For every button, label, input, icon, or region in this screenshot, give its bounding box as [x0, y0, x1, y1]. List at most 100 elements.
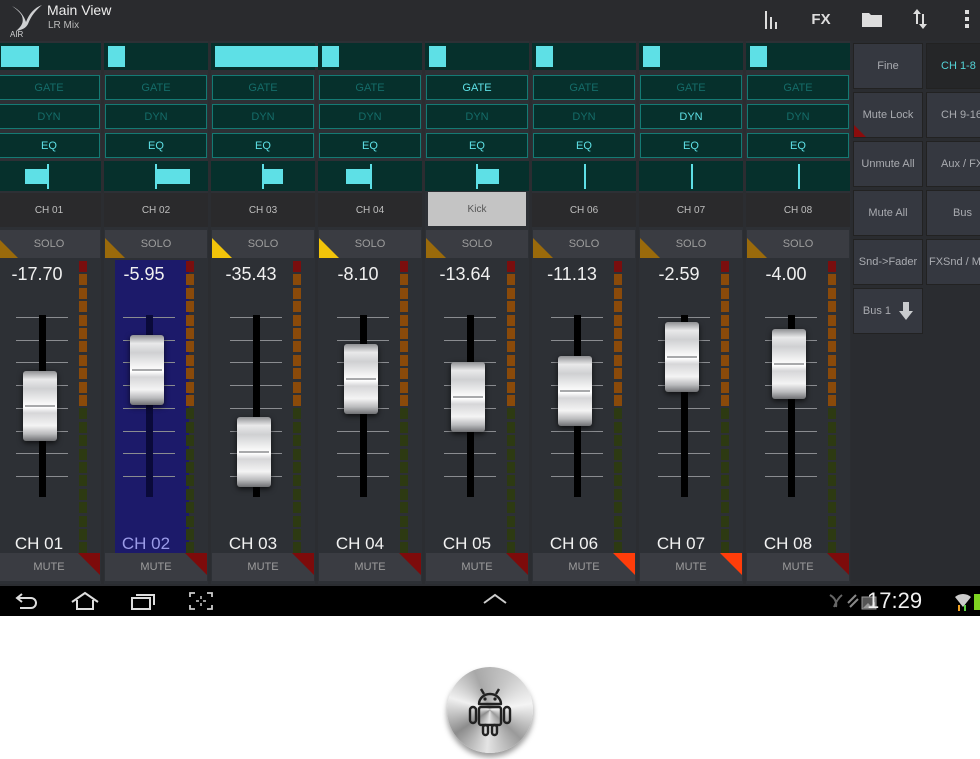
eq-button[interactable]: EQ — [319, 133, 421, 158]
channel-name-button[interactable]: CH 04 — [318, 193, 422, 227]
mute-button[interactable]: MUTE — [0, 553, 100, 581]
gain-control[interactable] — [318, 161, 422, 191]
fader-knob[interactable] — [237, 416, 271, 487]
fx-button[interactable]: FX — [808, 8, 834, 30]
mute-button[interactable]: MUTE — [212, 553, 314, 581]
pan-control[interactable] — [104, 43, 208, 70]
chevron-up-icon[interactable] — [482, 591, 508, 612]
meter-segment — [293, 502, 301, 514]
eq-button[interactable]: EQ — [212, 133, 314, 158]
eq-button[interactable]: EQ — [640, 133, 742, 158]
mute-button[interactable]: MUTE — [319, 553, 421, 581]
mute-button[interactable]: MUTE — [533, 553, 635, 581]
channel-name-button[interactable]: CH 03 — [211, 193, 315, 227]
eq-button[interactable]: EQ — [105, 133, 207, 158]
solo-button[interactable]: SOLO — [0, 230, 100, 258]
meter-segment — [400, 381, 408, 393]
channel-name-button[interactable]: CH 08 — [746, 193, 850, 227]
gain-control[interactable] — [532, 161, 636, 191]
solo-button[interactable]: SOLO — [319, 230, 421, 258]
pan-control[interactable] — [532, 43, 636, 70]
right-left-button-1[interactable]: Mute Lock — [853, 92, 923, 138]
dyn-button[interactable]: DYN — [640, 104, 742, 129]
home-icon[interactable] — [70, 591, 100, 616]
fader-knob[interactable] — [451, 361, 485, 432]
dyn-button[interactable]: DYN — [533, 104, 635, 129]
gate-button[interactable]: GATE — [212, 75, 314, 100]
right-left-button-2[interactable]: Unmute All — [853, 141, 923, 187]
view-tab-2[interactable]: Aux / FX — [926, 141, 980, 187]
gate-button[interactable]: GATE — [426, 75, 528, 100]
channel-name-button[interactable]: CH 02 — [104, 193, 208, 227]
mute-button[interactable]: MUTE — [747, 553, 849, 581]
pan-control[interactable] — [639, 43, 743, 70]
gain-control[interactable] — [425, 161, 529, 191]
view-tab-3[interactable]: Bus — [926, 190, 980, 236]
eq-button[interactable]: EQ — [533, 133, 635, 158]
gate-button[interactable]: GATE — [105, 75, 207, 100]
gain-control[interactable] — [0, 161, 101, 191]
meters-icon[interactable] — [762, 8, 782, 30]
solo-button[interactable]: SOLO — [105, 230, 207, 258]
pan-control[interactable] — [211, 43, 319, 70]
fader-knob[interactable] — [772, 329, 806, 400]
overflow-menu-icon[interactable] — [962, 8, 972, 30]
gain-control[interactable] — [104, 161, 208, 191]
fader-knob[interactable] — [23, 371, 57, 441]
screenshot-icon[interactable] — [188, 591, 214, 616]
fader-knob[interactable] — [558, 356, 592, 427]
view-tab-1[interactable]: CH 9-16 — [926, 92, 980, 138]
fader-knob[interactable] — [344, 343, 378, 414]
view-tab-4[interactable]: FXSnd / Main — [926, 239, 980, 285]
gate-button[interactable]: GATE — [0, 75, 100, 100]
pan-control[interactable] — [318, 43, 422, 70]
mute-button[interactable]: MUTE — [640, 553, 742, 581]
right-left-button-4[interactable]: Snd->Fader — [853, 239, 923, 285]
right-left-button-0[interactable]: Fine — [853, 43, 923, 89]
solo-button[interactable]: SOLO — [212, 230, 314, 258]
solo-button[interactable]: SOLO — [640, 230, 742, 258]
pan-control[interactable] — [425, 43, 529, 70]
gate-button[interactable]: GATE — [640, 75, 742, 100]
channel-name-button[interactable]: CH 07 — [639, 193, 743, 227]
meter-segment — [79, 354, 87, 366]
dyn-button[interactable]: DYN — [747, 104, 849, 129]
dyn-button[interactable]: DYN — [426, 104, 528, 129]
eq-button[interactable]: EQ — [426, 133, 528, 158]
gate-button[interactable]: GATE — [533, 75, 635, 100]
right-left-button-3[interactable]: Mute All — [853, 190, 923, 236]
eq-button[interactable]: EQ — [0, 133, 100, 158]
mute-button[interactable]: MUTE — [105, 553, 207, 581]
solo-button[interactable]: SOLO — [426, 230, 528, 258]
folder-icon[interactable] — [860, 8, 884, 30]
gain-control[interactable] — [211, 161, 315, 191]
recents-icon[interactable] — [130, 591, 156, 616]
gain-control[interactable] — [746, 161, 850, 191]
dyn-button[interactable]: DYN — [0, 104, 100, 129]
right-left-button-5[interactable]: Bus 1 — [853, 288, 923, 334]
pan-control[interactable] — [0, 43, 101, 70]
sync-arrows-icon[interactable] — [912, 8, 928, 30]
meter-segment — [293, 381, 301, 393]
meter-segment — [614, 274, 622, 286]
solo-button[interactable]: SOLO — [747, 230, 849, 258]
android-launcher-button[interactable] — [447, 667, 533, 753]
back-icon[interactable] — [14, 591, 38, 616]
fader-knob[interactable] — [130, 334, 164, 405]
eq-button[interactable]: EQ — [747, 133, 849, 158]
channel-name-button[interactable]: CH 06 — [532, 193, 636, 227]
solo-button[interactable]: SOLO — [533, 230, 635, 258]
gate-button[interactable]: GATE — [747, 75, 849, 100]
channel-name-button[interactable]: Kick — [428, 192, 526, 226]
pan-control[interactable] — [746, 43, 850, 70]
channel-name-button[interactable]: CH 01 — [0, 193, 101, 227]
dyn-button[interactable]: DYN — [319, 104, 421, 129]
dyn-button[interactable]: DYN — [212, 104, 314, 129]
gain-control[interactable] — [639, 161, 743, 191]
mute-button[interactable]: MUTE — [426, 553, 528, 581]
view-tab-0[interactable]: CH 1-8 — [926, 43, 980, 89]
fader-knob[interactable] — [665, 321, 699, 392]
dyn-button[interactable]: DYN — [105, 104, 207, 129]
gate-button[interactable]: GATE — [319, 75, 421, 100]
mute-indicator — [292, 553, 314, 575]
